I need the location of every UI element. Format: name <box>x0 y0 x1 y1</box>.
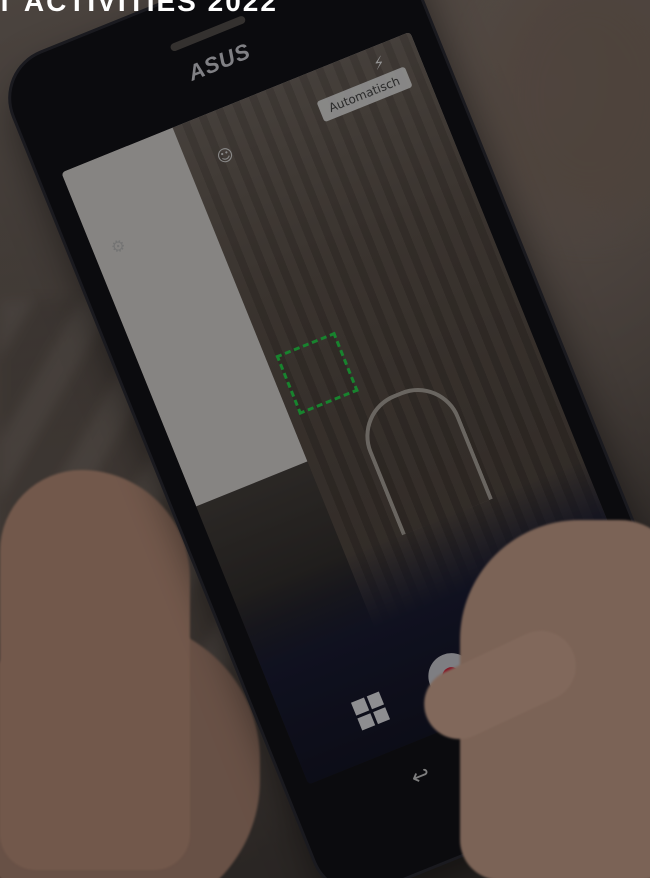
left-thumb <box>0 470 190 870</box>
photo-scene: ASUS ⚡ ☺ ⚙ Automatisch ↩ ⌂ ▭ <box>0 0 650 878</box>
back-icon[interactable]: ↩ <box>408 761 434 791</box>
page-title: T ACTIVITIES 2022 <box>0 0 278 17</box>
